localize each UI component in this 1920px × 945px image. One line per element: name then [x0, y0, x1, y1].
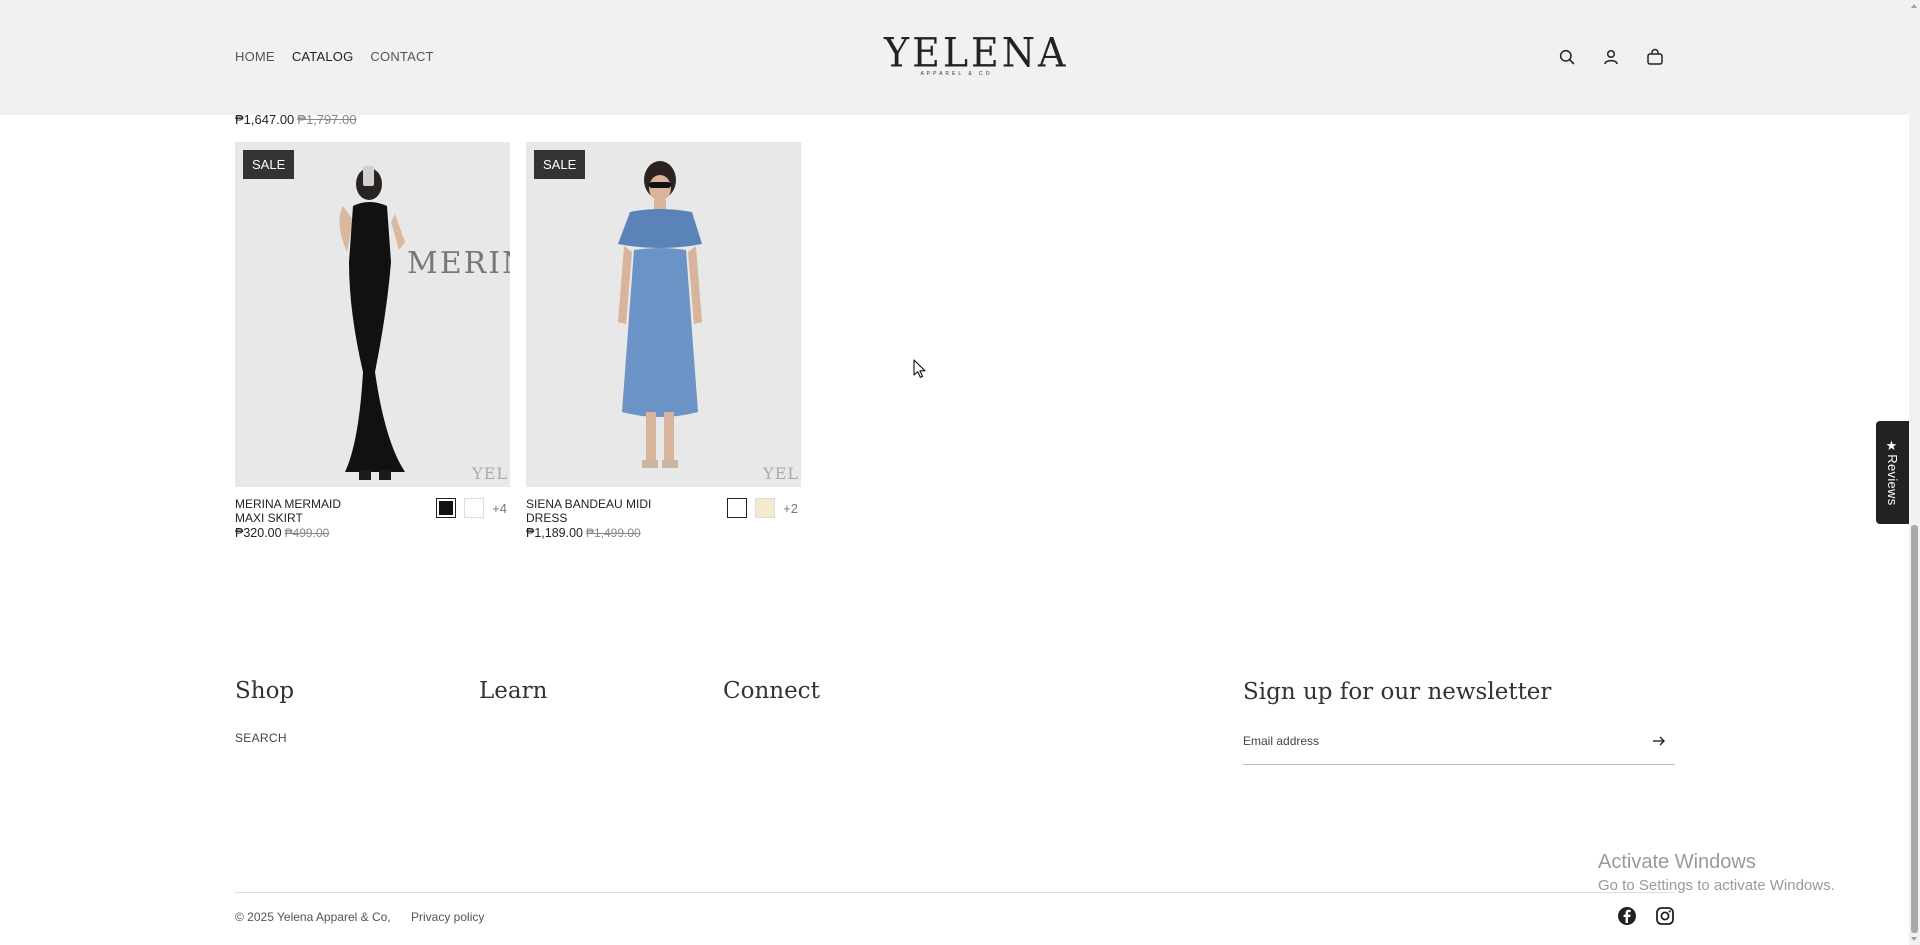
watermark-line-1: Activate Windows [1598, 851, 1756, 873]
arrow-right-icon[interactable] [1651, 733, 1667, 749]
compare-price: ₱1,797.00 [297, 112, 357, 127]
watermark-line-2: Go to Settings to activate Windows. [1598, 877, 1835, 894]
footer-divider [235, 892, 1675, 893]
privacy-policy-link[interactable]: Privacy policy [411, 910, 484, 924]
product-price-row: ₱320.00 ₱499.00 [235, 526, 510, 540]
main-nav: HOME CATALOG CONTACT [235, 49, 434, 64]
price: ₱1,647.00 [235, 112, 295, 127]
swatch-cream[interactable] [755, 498, 776, 518]
product-card[interactable]: SALE YEL SIENA BANDEAU MIDI DRESS ₱1,189… [526, 142, 801, 557]
windows-activation-watermark: Activate Windows Go to Settings to activ… [1598, 851, 1835, 894]
product-card[interactable]: MERINA SALE YEL MERINA MERMAID MAXI SKIR… [235, 142, 510, 557]
more-colors[interactable]: +4 [492, 501, 507, 516]
product-name[interactable]: SIENA BANDEAU MIDI DRESS [526, 497, 696, 525]
product-name[interactable]: MERINA MERMAID MAXI SKIRT [235, 497, 365, 525]
account-icon[interactable] [1600, 46, 1622, 68]
mouse-cursor-icon [913, 359, 927, 384]
page: HOME CATALOG CONTACT YELENA APPAREL & CO… [0, 0, 1920, 945]
image-watermark: YEL [472, 464, 508, 483]
nav-catalog[interactable]: CATALOG [292, 49, 354, 64]
newsletter-form [1243, 728, 1675, 765]
swatch-black[interactable] [436, 498, 457, 518]
scroll-down-arrow-icon[interactable] [1911, 937, 1917, 941]
footer-learn-title: Learn [479, 678, 548, 704]
sale-badge: SALE [534, 150, 586, 179]
product-image[interactable]: SALE YEL [526, 142, 801, 487]
search-icon[interactable] [1556, 46, 1578, 68]
reviews-tab[interactable]: ★Reviews [1876, 421, 1909, 524]
color-swatches: +2 [727, 498, 798, 518]
nav-contact[interactable]: CONTACT [370, 49, 433, 64]
reviews-tab-label: ★Reviews [1885, 439, 1900, 506]
site-header: HOME CATALOG CONTACT YELENA APPAREL & CO [0, 0, 1909, 115]
image-brand-text: MERINA [407, 246, 510, 281]
page-scrollbar[interactable] [1909, 0, 1920, 945]
instagram-icon[interactable] [1655, 906, 1675, 926]
footer-shop-title: Shop [235, 678, 295, 704]
footer-link-search[interactable]: SEARCH [235, 731, 287, 745]
copyright: © 2025 Yelena Apparel & Co, [235, 910, 391, 924]
compare-price: ₱499.00 [284, 526, 330, 540]
product-price-row: ₱1,189.00 ₱1,499.00 [526, 526, 801, 540]
cart-icon[interactable] [1644, 46, 1666, 68]
color-swatches: +4 [436, 498, 507, 518]
product-info: MERINA MERMAID MAXI SKIRT ₱320.00 ₱499.00… [235, 497, 510, 557]
price: ₱1,189.00 [526, 526, 583, 540]
scroll-up-arrow-icon[interactable] [1911, 4, 1917, 8]
email-input[interactable] [1243, 728, 1623, 754]
compare-price: ₱1,499.00 [586, 526, 641, 540]
image-watermark: YEL [763, 464, 799, 483]
nav-home[interactable]: HOME [235, 49, 275, 64]
more-colors[interactable]: +2 [783, 501, 798, 516]
newsletter-title: Sign up for our newsletter [1243, 679, 1552, 705]
product-info: SIENA BANDEAU MIDI DRESS ₱1,189.00 ₱1,499… [526, 497, 801, 557]
logo-wordmark: YELENA [884, 29, 1069, 77]
swatch-white[interactable] [727, 498, 748, 518]
price: ₱320.00 [235, 526, 282, 540]
social-links [1617, 906, 1675, 926]
site-logo[interactable]: YELENA APPAREL & CO [884, 29, 1069, 80]
scrollbar-thumb[interactable] [1911, 525, 1918, 933]
facebook-icon[interactable] [1617, 906, 1637, 926]
footer-connect-title: Connect [723, 678, 820, 704]
previous-product-price: ₱1,647.00 ₱1,797.00 [235, 112, 357, 127]
swatch-white[interactable] [464, 498, 485, 518]
header-icons [1556, 46, 1666, 68]
product-image[interactable]: MERINA SALE YEL [235, 142, 510, 487]
sale-badge: SALE [243, 150, 295, 179]
